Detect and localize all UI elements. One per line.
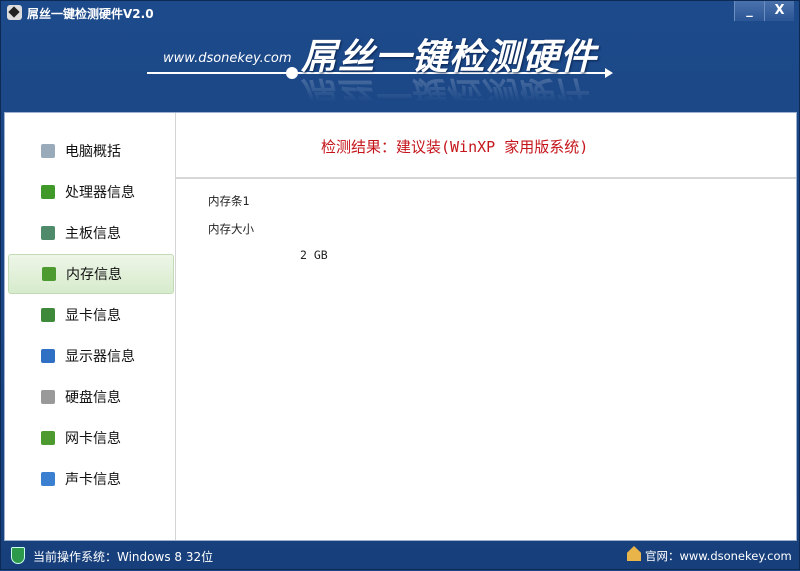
memory-icon bbox=[42, 267, 56, 281]
sidebar-item-label: 主板信息 bbox=[65, 226, 121, 242]
banner-url: www.dsonekey.com bbox=[163, 51, 292, 66]
minimize-button[interactable]: _ bbox=[734, 1, 764, 21]
website-link[interactable]: 官网：www.dsonekey.com bbox=[645, 548, 792, 564]
sidebar-item-computer[interactable]: 电脑概括 bbox=[8, 131, 174, 171]
app-logo-icon bbox=[7, 5, 22, 20]
hard-disk-icon bbox=[41, 390, 55, 404]
sidebar-item-speaker[interactable]: 声卡信息 bbox=[8, 459, 174, 499]
banner-arrow-icon bbox=[605, 68, 613, 78]
window-title: 屌丝一键检测硬件V2.0 bbox=[27, 7, 154, 21]
sidebar-item-cpu[interactable]: 处理器信息 bbox=[8, 172, 174, 212]
app-window: 屌丝一键检测硬件V2.0 _ X www.dsonekey.com 屌丝一键检测… bbox=[0, 0, 800, 570]
sidebar-item-label: 硬盘信息 bbox=[65, 390, 121, 406]
sidebar-item-monitor[interactable]: 显示器信息 bbox=[8, 336, 174, 376]
sidebar-item-label: 内存信息 bbox=[66, 267, 122, 283]
cpu-icon bbox=[41, 185, 55, 199]
content-panel: 电脑概括处理器信息主板信息内存信息显卡信息显示器信息硬盘信息网卡信息声卡信息 检… bbox=[4, 112, 797, 541]
network-card-icon bbox=[41, 431, 55, 445]
sidebar-item-motherboard[interactable]: 主板信息 bbox=[8, 213, 174, 253]
sidebar-item-label: 显示器信息 bbox=[65, 349, 135, 365]
monitor-icon bbox=[41, 349, 55, 363]
status-bar: 当前操作系统：Windows 8 32位 官网：www.dsonekey.com bbox=[1, 541, 800, 571]
sidebar: 电脑概括处理器信息主板信息内存信息显卡信息显示器信息硬盘信息网卡信息声卡信息 bbox=[5, 113, 176, 540]
banner-dot bbox=[286, 67, 298, 79]
graphics-card-icon bbox=[41, 308, 55, 322]
computer-icon bbox=[41, 144, 55, 158]
sidebar-item-label: 声卡信息 bbox=[65, 472, 121, 488]
sidebar-item-hard-disk[interactable]: 硬盘信息 bbox=[8, 377, 174, 417]
speaker-icon bbox=[41, 472, 55, 486]
sidebar-item-network-card[interactable]: 网卡信息 bbox=[8, 418, 174, 458]
memory-slot-label: 内存条1 bbox=[208, 194, 250, 208]
home-icon bbox=[627, 546, 641, 561]
result-text: 检测结果：建议装(WinXP 家用版系统) bbox=[321, 138, 589, 156]
sidebar-item-graphics-card[interactable]: 显卡信息 bbox=[8, 295, 174, 335]
sidebar-item-label: 处理器信息 bbox=[65, 185, 135, 201]
memory-size-value: 2 GB bbox=[300, 248, 328, 262]
sidebar-item-label: 网卡信息 bbox=[65, 431, 121, 447]
sidebar-item-memory[interactable]: 内存信息 bbox=[8, 254, 174, 294]
os-status: 当前操作系统：Windows 8 32位 bbox=[33, 550, 214, 564]
close-button[interactable]: X bbox=[764, 1, 794, 21]
memory-size-label: 内存大小 bbox=[208, 222, 254, 236]
sidebar-item-label: 显卡信息 bbox=[65, 308, 121, 324]
motherboard-icon bbox=[41, 226, 55, 240]
shield-icon bbox=[11, 547, 25, 564]
title-bar: 屌丝一键检测硬件V2.0 _ X bbox=[1, 1, 800, 25]
result-header: 检测结果：建议装(WinXP 家用版系统) bbox=[176, 113, 796, 179]
sidebar-item-label: 电脑概括 bbox=[65, 144, 121, 160]
